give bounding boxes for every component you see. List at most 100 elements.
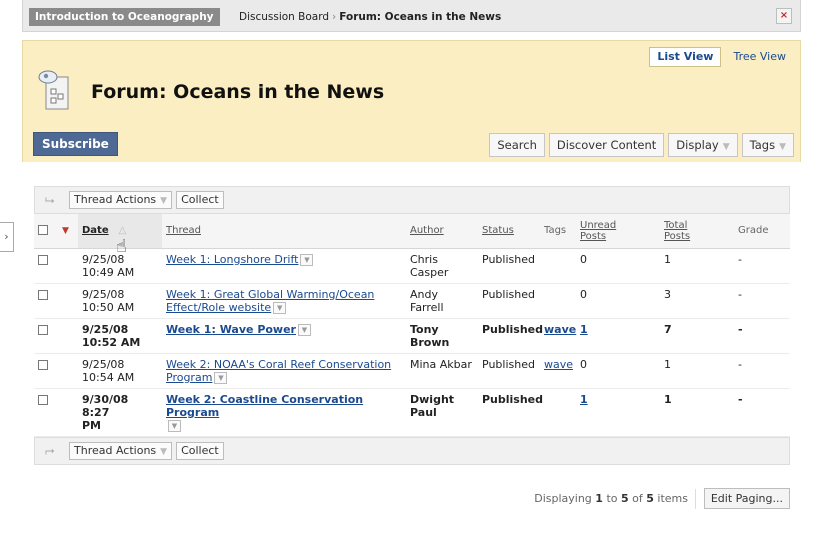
total-posts-cell: 7 xyxy=(660,318,734,354)
tags-cell xyxy=(540,388,576,437)
chevron-down-icon[interactable]: ▼ xyxy=(297,323,311,336)
tags-cell: wave xyxy=(540,318,576,354)
column-header-unread-posts[interactable]: Unread Posts xyxy=(576,214,660,249)
thread-link[interactable]: Week 2: NOAA's Coral Reef Conservation xyxy=(166,358,391,371)
grade-cell: - xyxy=(734,353,790,389)
column-header-total-posts[interactable]: Total Posts xyxy=(660,214,734,249)
chevron-down-icon: ▼ xyxy=(722,142,730,152)
breadcrumb-discussion-board[interactable]: Discussion Board xyxy=(239,11,329,23)
column-header-status[interactable]: Status xyxy=(478,214,540,249)
tag-link[interactable]: wave xyxy=(544,358,573,371)
display-button[interactable]: Display ▼ xyxy=(668,133,738,157)
thread-cell: Week 1: Longshore Drift ▼ xyxy=(162,248,406,284)
total-header-line2[interactable]: Posts xyxy=(664,231,690,242)
select-all-checkbox[interactable] xyxy=(38,225,48,236)
collect-button[interactable]: Collect xyxy=(176,191,224,209)
author-cell: Tony Brown xyxy=(406,318,478,354)
row-checkbox[interactable] xyxy=(38,359,48,370)
divider xyxy=(695,489,696,509)
status-cell: Published xyxy=(478,248,540,284)
chevron-down-icon: ▼ xyxy=(160,446,168,457)
unread-posts-cell: 0 xyxy=(576,353,660,389)
column-header-grade: Grade xyxy=(734,214,790,249)
author-cell: Chris Casper xyxy=(406,248,478,284)
thread-actions-bar-top: ⮡ Thread Actions ▼ Collect xyxy=(34,186,790,214)
grade-cell: - xyxy=(734,283,790,319)
unread-posts-cell: 0 xyxy=(576,248,660,284)
chevron-down-icon[interactable]: ▼ xyxy=(273,301,287,314)
total-header-line1[interactable]: Total xyxy=(664,220,687,231)
tags-label: Tags xyxy=(749,138,776,152)
chevron-down-icon[interactable]: ▼ xyxy=(168,419,181,432)
unread-posts-link[interactable]: 1 xyxy=(580,393,588,406)
paging-info: Displaying 1 to 5 of 5 items xyxy=(534,492,688,505)
thread-header-link[interactable]: Thread xyxy=(166,225,201,236)
thread-link[interactable]: Week 2: Coastline Conservation Program xyxy=(166,393,363,419)
thread-cell: Week 1: Great Global Warming/Ocean Effect… xyxy=(162,283,406,319)
breadcrumb-course[interactable]: Introduction to Oceanography xyxy=(29,8,220,26)
table-row: 9/25/08 10:52 AM Week 1: Wave Power ▼ Tony… xyxy=(34,318,790,354)
chevron-down-icon[interactable]: ▼ xyxy=(214,371,228,384)
unread-header-line2[interactable]: Posts xyxy=(580,231,606,242)
thread-link[interactable]: Week 1: Wave Power xyxy=(166,323,296,336)
subscribe-button[interactable]: Subscribe xyxy=(33,132,118,156)
list-view-button[interactable]: List View xyxy=(649,47,722,67)
author-header-link[interactable]: Author xyxy=(410,225,444,236)
search-button[interactable]: Search xyxy=(489,133,545,157)
forum-icon xyxy=(38,70,69,110)
corner-arrow-icon: ⮣ xyxy=(45,443,55,457)
unread-posts-cell: 1 xyxy=(576,388,660,437)
sort-ascending-icon: △ xyxy=(118,225,127,237)
thread-link[interactable]: Week 1: Longshore Drift xyxy=(166,253,298,266)
status-header-link[interactable]: Status xyxy=(482,225,514,236)
chevron-down-icon: ▼ xyxy=(160,196,168,206)
thread-link-line2[interactable]: Effect/Role website xyxy=(166,301,271,314)
total-posts-cell: 3 xyxy=(660,283,734,319)
tree-view-button[interactable]: Tree View xyxy=(725,47,794,67)
thread-link-line2[interactable]: Program xyxy=(166,371,212,384)
page-title: Forum: Oceans in the News xyxy=(91,81,385,103)
thread-link[interactable]: Week 1: Great Global Warming/Ocean xyxy=(166,288,374,301)
author-cell: Dwight Paul xyxy=(406,388,478,437)
unread-posts-cell: 1 xyxy=(576,318,660,354)
grade-cell: - xyxy=(734,318,790,354)
column-header-thread[interactable]: Thread xyxy=(162,214,406,249)
unread-posts-cell: 0 xyxy=(576,283,660,319)
thread-actions-label: Thread Actions xyxy=(74,193,157,206)
status-cell: Published xyxy=(478,353,540,389)
thread-actions-button[interactable]: Thread Actions ▼ xyxy=(69,441,173,460)
row-checkbox[interactable] xyxy=(38,289,48,300)
thread-actions-label: Thread Actions xyxy=(74,443,157,457)
row-checkbox[interactable] xyxy=(38,254,48,265)
row-checkbox[interactable] xyxy=(38,324,48,335)
close-icon[interactable]: × xyxy=(776,8,792,24)
discover-content-button[interactable]: Discover Content xyxy=(548,133,665,157)
breadcrumb: Discussion Board › Forum: Oceans in the Ne… xyxy=(239,8,501,26)
tag-link[interactable]: wave xyxy=(544,323,576,336)
thread-actions-button[interactable]: Thread Actions ▼ xyxy=(69,191,173,209)
date-cell: 9/25/08 10:50 AM xyxy=(78,283,162,319)
tags-button[interactable]: Tags ▼ xyxy=(741,133,794,157)
chevron-down-icon[interactable]: ▼ xyxy=(300,253,314,266)
table-row: 9/30/08 8:27 PM Week 2: Coastline Conserv… xyxy=(34,388,790,437)
unread-posts-link[interactable]: 1 xyxy=(580,323,588,336)
forum-toolbar: Search Discover Content Display ▼ Tags ▼ xyxy=(489,133,794,157)
row-checkbox[interactable] xyxy=(38,394,48,405)
thread-actions-bar-bottom: ⮣ Thread Actions ▼ Collect xyxy=(34,436,790,465)
total-posts-cell: 1 xyxy=(660,353,734,389)
status-cell: Published xyxy=(478,318,543,354)
select-all-cell xyxy=(34,214,58,249)
sidebar-expand-tab[interactable]: › xyxy=(0,222,14,252)
table-row: 9/25/08 10:50 AM Week 1: Great Global War… xyxy=(34,283,790,319)
column-header-author[interactable]: Author xyxy=(406,214,478,249)
edit-paging-button[interactable]: Edit Paging... xyxy=(703,488,790,509)
chevron-down-icon: ▼ xyxy=(779,142,786,152)
date-header-link[interactable]: Date xyxy=(82,225,109,236)
flag-icon[interactable]: ▼ xyxy=(62,226,69,236)
unread-header-line1[interactable]: Unread xyxy=(580,220,616,231)
collect-button[interactable]: Collect xyxy=(176,441,224,460)
tags-cell: wave xyxy=(540,353,576,389)
table-header-row: ▼ Date △ Thread Author Status Tags Unread… xyxy=(34,214,790,249)
status-cell: Published xyxy=(478,388,543,437)
breadcrumb-separator: › xyxy=(332,11,337,23)
